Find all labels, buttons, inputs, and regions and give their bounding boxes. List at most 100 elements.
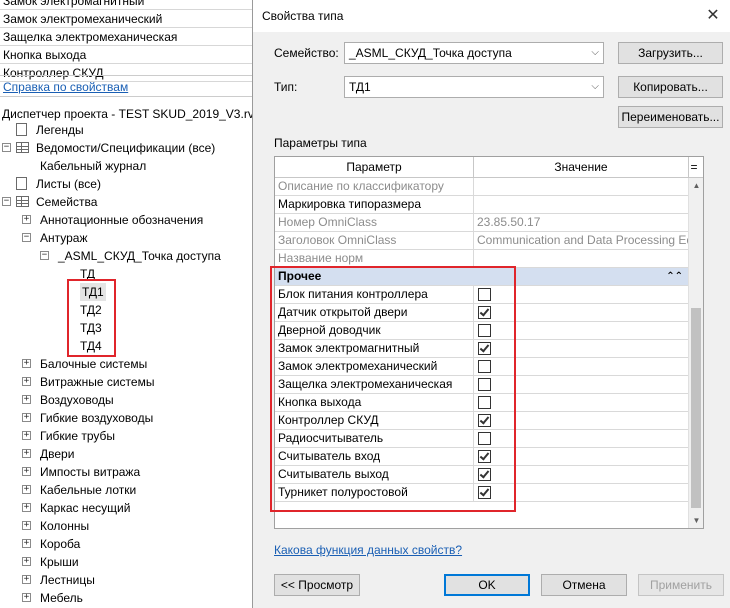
collapse-icon[interactable]: − <box>2 197 11 206</box>
preview-button[interactable]: << Просмотр <box>274 574 360 596</box>
tree-node[interactable]: Кабельный журнал <box>0 157 252 175</box>
duplicate-button[interactable]: Копировать... <box>618 76 723 98</box>
expand-icon[interactable]: + <box>22 431 31 440</box>
properties-function-link[interactable]: Какова функция данных свойств? <box>274 543 462 557</box>
type-dropdown[interactable]: ТД1 ⌵ <box>344 76 604 98</box>
rename-button[interactable]: Переименовать... <box>618 106 723 128</box>
close-icon[interactable]: ✕ <box>703 6 723 26</box>
column-header-formula[interactable]: = <box>689 157 699 177</box>
collapse-icon[interactable]: − <box>2 143 11 152</box>
property-row[interactable]: Замок электромеханический <box>0 10 252 28</box>
collapse-icon[interactable]: − <box>22 233 31 242</box>
expand-icon[interactable]: + <box>22 485 31 494</box>
parameter-row[interactable]: Номер OmniClass 23.85.50.17 <box>275 214 699 232</box>
tree-node[interactable]: Листы (все) <box>0 175 252 193</box>
family-label: Семейство: <box>274 46 339 60</box>
parameter-row[interactable]: Заголовок OmniClass Communication and Dat… <box>275 232 699 250</box>
collapse-icon[interactable]: − <box>40 251 49 260</box>
expand-icon[interactable]: + <box>22 413 31 422</box>
scroll-up-icon[interactable]: ▲ <box>689 178 703 193</box>
expand-icon[interactable]: + <box>22 557 31 566</box>
property-row[interactable]: Замок электромагнитный <box>0 0 252 10</box>
tree-node-label: Воздуховоды <box>40 393 114 407</box>
tree-node-label: Антураж <box>40 231 88 245</box>
expand-icon[interactable]: + <box>22 215 31 224</box>
tree-node[interactable]: + Двери <box>0 445 252 463</box>
schedule-icon <box>16 196 29 207</box>
tree-node[interactable]: Легенды <box>0 121 252 139</box>
column-header-value[interactable]: Значение <box>474 157 689 177</box>
tree-node-label: Импосты витража <box>40 465 141 479</box>
tree-node[interactable]: ТД2 <box>0 301 252 319</box>
property-row[interactable]: Защелка электромеханическая <box>0 28 252 46</box>
tree-node[interactable]: + Кабельные лотки <box>0 481 252 499</box>
family-dropdown[interactable]: _ASML_СКУД_Точка доступа ⌵ <box>344 42 604 64</box>
cancel-button[interactable]: Отмена <box>541 574 627 596</box>
parameter-name: Номер OmniClass <box>275 214 474 231</box>
highlight-frame-parameters <box>270 266 516 512</box>
tree-node[interactable]: + Короба <box>0 535 252 553</box>
chevron-down-icon: ⌵ <box>591 47 599 58</box>
tree-node-label: Легенды <box>36 123 84 137</box>
expand-icon[interactable]: + <box>22 539 31 548</box>
type-parameters-label: Параметры типа <box>274 136 367 150</box>
tree-node[interactable]: + Мебель <box>0 589 252 607</box>
expand-icon[interactable]: + <box>22 377 31 386</box>
parameter-name: Маркировка типоразмера <box>275 196 474 213</box>
properties-help-link[interactable]: Справка по свойствам <box>3 80 128 94</box>
tree-node-label: Витражные системы <box>40 375 155 389</box>
tree-node[interactable]: − Семейства <box>0 193 252 211</box>
tree-node[interactable]: + Крыши <box>0 553 252 571</box>
tree-node[interactable]: ТД3 <box>0 319 252 337</box>
tree-node-label: Колонны <box>40 519 90 533</box>
tree-node[interactable]: ТД4 <box>0 337 252 355</box>
sheet-icon <box>16 123 27 136</box>
expand-icon[interactable]: + <box>22 467 31 476</box>
tree-node[interactable]: ТД1 <box>0 283 252 301</box>
tree-node[interactable]: + Аннотационные обозначения <box>0 211 252 229</box>
parameter-row[interactable]: Описание по классификатору <box>275 178 699 196</box>
tree-node[interactable]: + Гибкие трубы <box>0 427 252 445</box>
tree-node[interactable]: + Импосты витража <box>0 463 252 481</box>
parameter-value[interactable] <box>474 250 689 267</box>
tree-node-label: Балочные системы <box>40 357 148 371</box>
scroll-down-icon[interactable]: ▼ <box>689 513 703 528</box>
grid-scrollbar[interactable]: ▲ ▼ <box>688 178 703 528</box>
parameter-value[interactable] <box>474 196 689 213</box>
expand-icon[interactable]: + <box>22 575 31 584</box>
tree-node[interactable]: + Гибкие воздуховоды <box>0 409 252 427</box>
tree-node[interactable]: + Витражные системы <box>0 373 252 391</box>
tree-node[interactable]: + Каркас несущий <box>0 499 252 517</box>
apply-button[interactable]: Применить <box>638 574 724 596</box>
column-header-parameter[interactable]: Параметр <box>275 157 474 177</box>
ok-button[interactable]: OK <box>444 574 530 596</box>
collapse-group-icon[interactable]: ⌃⌃ <box>666 268 683 285</box>
parameter-value[interactable]: Communication and Data Processing Eq <box>474 232 689 249</box>
scroll-thumb[interactable] <box>691 308 701 508</box>
expand-icon[interactable]: + <box>22 521 31 530</box>
tree-node-label: Лестницы <box>40 573 95 587</box>
parameter-row[interactable]: Маркировка типоразмера <box>275 196 699 214</box>
tree-node[interactable]: + Лестницы <box>0 571 252 589</box>
expand-icon[interactable]: + <box>22 359 31 368</box>
schedule-icon <box>16 142 29 153</box>
property-row[interactable]: Кнопка выхода <box>0 46 252 64</box>
parameter-name: Заголовок OmniClass <box>275 232 474 249</box>
tree-node[interactable]: ТД <box>0 265 252 283</box>
expand-icon[interactable]: + <box>22 593 31 602</box>
parameter-value[interactable]: 23.85.50.17 <box>474 214 689 231</box>
tree-node[interactable]: + Колонны <box>0 517 252 535</box>
load-button[interactable]: Загрузить... <box>618 42 723 64</box>
expand-icon[interactable]: + <box>22 395 31 404</box>
expand-icon[interactable]: + <box>22 503 31 512</box>
tree-node[interactable]: + Воздуховоды <box>0 391 252 409</box>
type-label: Тип: <box>274 80 298 94</box>
type-value: ТД1 <box>349 80 371 94</box>
tree-node-label: Гибкие трубы <box>40 429 116 443</box>
tree-node[interactable]: − Ведомости/Спецификации (все) <box>0 139 252 157</box>
parameter-value[interactable] <box>474 178 689 195</box>
tree-node[interactable]: + Балочные системы <box>0 355 252 373</box>
tree-node[interactable]: − _ASML_СКУД_Точка доступа <box>0 247 252 265</box>
tree-node[interactable]: − Антураж <box>0 229 252 247</box>
expand-icon[interactable]: + <box>22 449 31 458</box>
